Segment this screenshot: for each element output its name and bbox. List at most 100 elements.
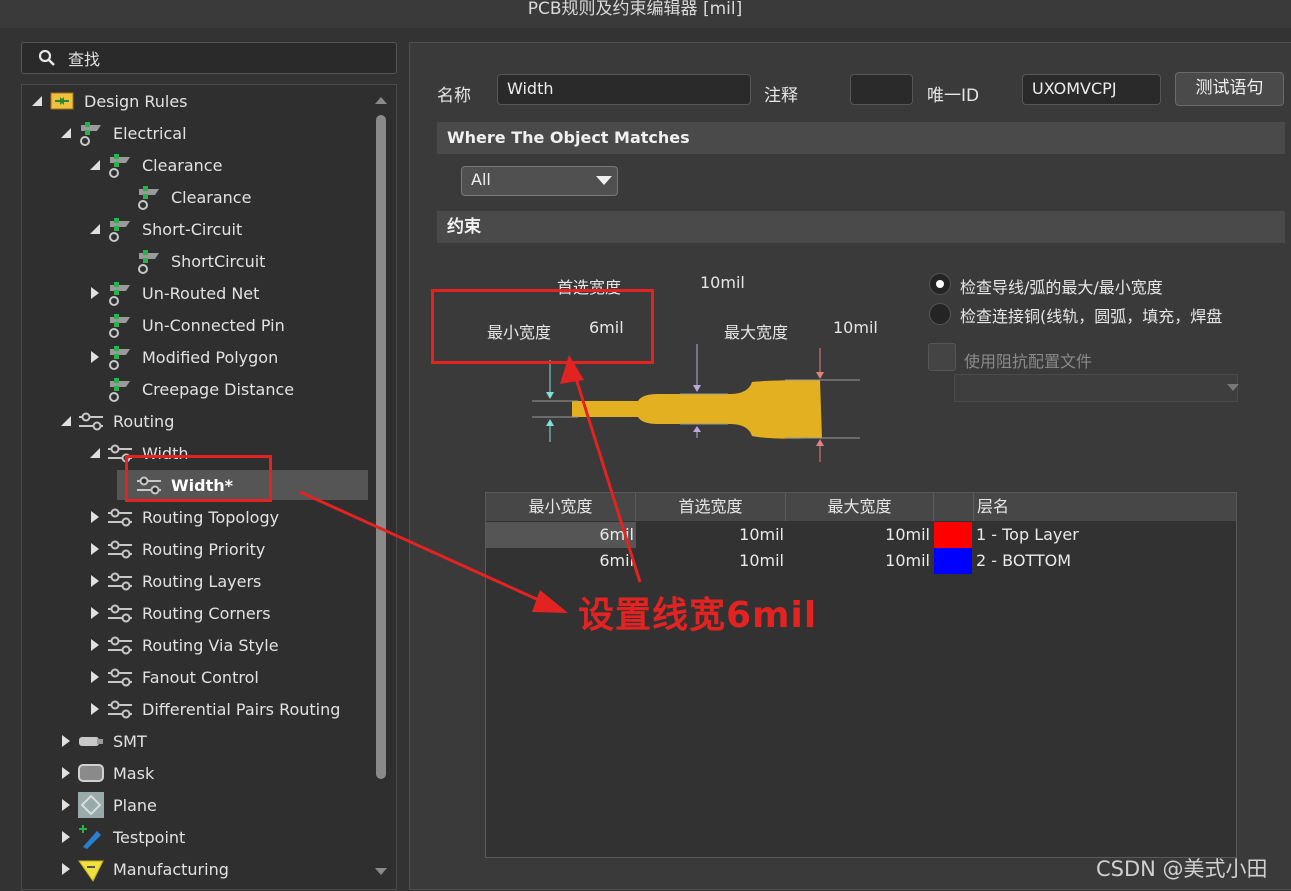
collapse-arrow-icon[interactable] — [88, 158, 102, 172]
plane-icon — [77, 791, 105, 819]
expand-arrow-icon[interactable] — [59, 766, 73, 780]
expand-arrow-icon[interactable] — [88, 606, 102, 620]
expand-arrow-icon[interactable] — [88, 510, 102, 524]
tree-item[interactable]: Routing Priority — [88, 534, 269, 564]
tree-item[interactable]: Fanout Control — [88, 662, 263, 692]
table-cell-max[interactable]: 10mil — [786, 548, 932, 574]
scroll-down-icon[interactable] — [374, 865, 388, 879]
tree-item[interactable]: Routing — [59, 406, 178, 436]
table-cell-max[interactable]: 10mil — [786, 522, 932, 548]
table-cell-min[interactable]: 6mil — [486, 522, 636, 548]
collapse-arrow-icon[interactable] — [59, 414, 73, 428]
expand-arrow-icon[interactable] — [88, 638, 102, 652]
preferred-width-value[interactable]: 10mil — [700, 273, 745, 292]
tree-item[interactable]: Clearance — [117, 182, 255, 212]
tree-item[interactable]: Routing Topology — [88, 502, 283, 532]
tree-item[interactable]: Testpoint — [59, 822, 189, 852]
check-connected-copper-clip: 检查连接铜(线轨，圆弧，填充，焊盘 — [960, 303, 1238, 327]
mask-icon — [77, 759, 105, 787]
expand-arrow-icon[interactable] — [88, 574, 102, 588]
tree-item-label: Differential Pairs Routing — [142, 699, 341, 719]
routing-icon — [77, 407, 105, 435]
constraints-header: 约束 — [437, 211, 1285, 243]
table-cell-layer[interactable]: 2 - BOTTOM — [976, 548, 1226, 574]
expand-arrow-icon[interactable] — [88, 350, 102, 364]
collapse-arrow-icon[interactable] — [88, 222, 102, 236]
testpoint-icon — [77, 823, 105, 851]
col-max-width[interactable]: 最大宽度 — [786, 493, 934, 521]
tree-item[interactable]: Electrical — [59, 118, 191, 148]
expand-arrow-icon[interactable] — [88, 286, 102, 300]
layer-width-table[interactable]: 最小宽度 首选宽度 最大宽度 层名 6mil 10mil 10mil 1 - T… — [485, 492, 1237, 858]
collapse-arrow-icon[interactable] — [30, 94, 44, 108]
routing-icon — [106, 631, 134, 659]
col-color[interactable] — [934, 493, 974, 521]
expand-arrow-icon[interactable] — [59, 862, 73, 876]
tree-item[interactable]: ShortCircuit — [117, 246, 269, 276]
expand-arrow-icon[interactable] — [59, 830, 73, 844]
table-cell-preferred[interactable]: 10mil — [636, 522, 786, 548]
routing-icon — [106, 663, 134, 691]
tree-item[interactable]: Creepage Distance — [88, 374, 298, 404]
table-cell-min[interactable]: 6mil — [486, 548, 636, 574]
collapse-arrow-icon[interactable] — [59, 126, 73, 140]
tree-item[interactable]: Modified Polygon — [88, 342, 282, 372]
tree-item[interactable]: Design Rules — [30, 86, 192, 116]
tree-item[interactable]: Short-Circuit — [88, 214, 246, 244]
tree-item[interactable]: Differential Pairs Routing — [88, 694, 344, 724]
tree-item[interactable]: Clearance — [88, 150, 226, 180]
tree-item[interactable]: Routing Layers — [88, 566, 265, 596]
match-select[interactable]: All — [461, 166, 618, 196]
tree-item[interactable]: Routing Via Style — [88, 630, 283, 660]
impedance-profile-select[interactable] — [954, 374, 1239, 402]
tree-item[interactable]: Un-Routed Net — [88, 278, 263, 308]
smt-icon — [77, 727, 105, 755]
collapse-arrow-icon[interactable] — [88, 446, 102, 460]
rule-icon — [135, 247, 163, 275]
table-cell-preferred[interactable]: 10mil — [636, 548, 786, 574]
tree-item[interactable]: SMT — [59, 726, 151, 756]
tree-item-label: Manufacturing — [113, 859, 229, 879]
check-connected-copper-radio[interactable] — [929, 303, 951, 325]
expand-arrow-icon[interactable] — [88, 542, 102, 556]
rule-category-icon — [106, 311, 134, 339]
col-layer-name[interactable]: 层名 — [974, 493, 1236, 521]
expand-arrow-icon[interactable] — [88, 702, 102, 716]
tree-item[interactable]: Mask — [59, 758, 158, 788]
expand-arrow-icon[interactable] — [59, 734, 73, 748]
col-min-width[interactable]: 最小宽度 — [486, 493, 636, 521]
layer-color-swatch — [934, 548, 972, 574]
tree-item[interactable]: Routing Corners — [88, 598, 275, 628]
expand-arrow-icon[interactable] — [59, 798, 73, 812]
scroll-up-icon[interactable] — [374, 93, 388, 107]
name-field[interactable]: Width — [497, 74, 751, 105]
test-query-button[interactable]: 测试语句 — [1175, 72, 1284, 106]
match-select-value: All — [471, 170, 491, 189]
annotation-box-min-width — [431, 289, 654, 364]
routing-icon — [106, 695, 134, 723]
chevron-down-icon — [596, 176, 612, 185]
tree-item-label: Routing Priority — [142, 539, 266, 559]
expand-arrow-icon[interactable] — [88, 670, 102, 684]
table-cell-layer[interactable]: 1 - Top Layer — [976, 522, 1226, 548]
max-width-value[interactable]: 10mil — [833, 318, 878, 337]
search-input[interactable]: 查找 — [21, 42, 397, 74]
rule-category-icon — [106, 375, 134, 403]
check-min-max-label: 检查导线/弧的最大/最小宽度 — [960, 278, 1163, 297]
tree-item-label: Design Rules — [84, 91, 188, 111]
search-icon — [38, 49, 55, 66]
routing-icon — [106, 503, 134, 531]
tree-item[interactable]: Un-Connected Pin — [88, 310, 289, 340]
tree-item-label: Routing Via Style — [142, 635, 279, 655]
tree-item[interactable]: Manufacturing — [59, 854, 233, 884]
tree-scrollbar-thumb[interactable] — [376, 115, 386, 779]
uid-field[interactable]: UXOMVCPJ — [1022, 74, 1161, 105]
tree-item[interactable]: Plane — [59, 790, 161, 820]
col-preferred-width[interactable]: 首选宽度 — [636, 493, 786, 521]
impedance-profile-label: 使用阻抗配置文件 — [964, 352, 1093, 371]
window-title: PCB规则及约束编辑器 [mil] — [527, 0, 743, 19]
tree-item-label: ShortCircuit — [171, 251, 266, 271]
comment-field[interactable] — [850, 74, 913, 105]
impedance-profile-checkbox[interactable] — [928, 343, 956, 371]
check-min-max-radio[interactable] — [929, 273, 951, 295]
